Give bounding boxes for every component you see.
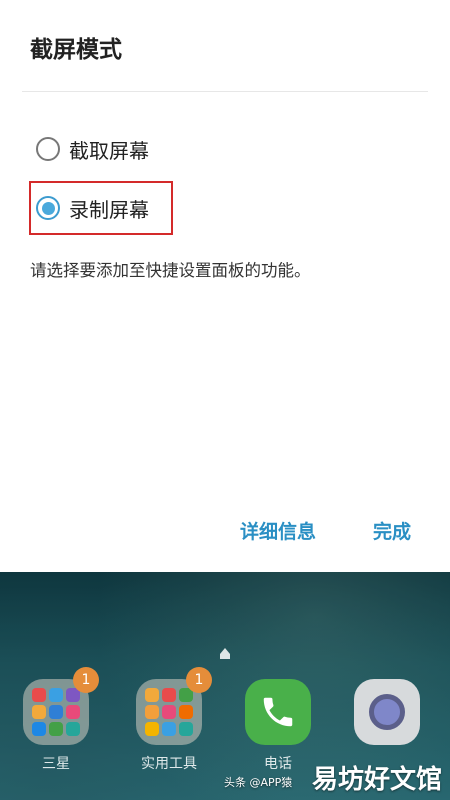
option-record-screen[interactable]: 录制屏幕 [36, 188, 149, 228]
app-name: 实用工具 [141, 756, 197, 772]
watermark: 头条 @APP猿 易坊好文馆 [224, 759, 442, 796]
home-page-indicator-icon[interactable] [220, 648, 230, 659]
app-phone[interactable]: 电话 [243, 679, 313, 773]
option-record-screen-label: 录制屏幕 [69, 197, 149, 222]
app-camera[interactable] [352, 679, 422, 753]
title-divider [22, 91, 428, 92]
app-name: 电话 [264, 756, 292, 772]
done-button[interactable]: 完成 [373, 517, 411, 544]
folder-icon: 1 [136, 667, 212, 745]
app-folder-tools[interactable]: 1 实用工具 [134, 667, 212, 773]
app-folder-samsung[interactable]: 1 三星 [21, 667, 99, 773]
radio-record-screen[interactable] [36, 196, 60, 220]
watermark-source: 头条 @APP猿 [223, 776, 293, 789]
folder-icon: 1 [23, 667, 99, 745]
screenshot-mode-dialog: 截屏模式 截取屏幕 录制屏幕 请选择要添加至快捷设置面板的功能。 详细信息 完成 [0, 0, 450, 572]
option-capture-screen-label: 截取屏幕 [69, 138, 149, 163]
radio-capture-screen[interactable] [36, 137, 60, 161]
camera-icon [354, 679, 420, 745]
home-screen: 1 三星 1 实用工具 电话 头条 @APP猿 易坊好文馆 [0, 572, 450, 800]
notification-badge: 1 [186, 667, 212, 693]
notification-badge: 1 [73, 667, 99, 693]
option-capture-screen[interactable]: 截取屏幕 [36, 129, 149, 169]
app-name: 三星 [42, 756, 70, 772]
phone-icon [245, 679, 311, 745]
details-button[interactable]: 详细信息 [240, 517, 316, 544]
watermark-title: 易坊好文馆 [311, 765, 442, 795]
radio-selected-dot [41, 201, 55, 215]
dialog-description: 请选择要添加至快捷设置面板的功能。 [30, 261, 311, 280]
dialog-title: 截屏模式 [30, 37, 122, 63]
